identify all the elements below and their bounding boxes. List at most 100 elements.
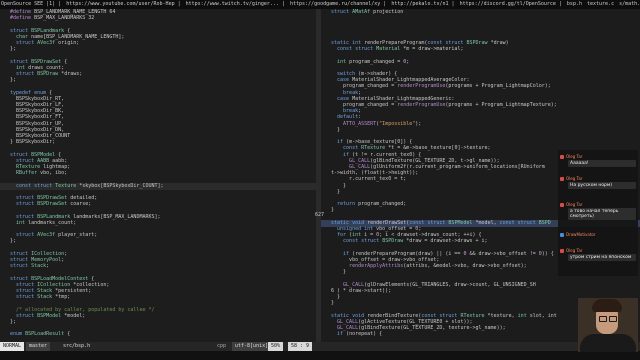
- code-token: const struct: [409, 219, 449, 226]
- code-token: (glBindTexture(GL_TEXTURE_2D, texture->g…: [358, 325, 506, 332]
- glasses-right-lens: [609, 316, 617, 322]
- code-token: #define: [10, 15, 35, 22]
- code-token: BSPSkyboxDir_DN,: [10, 126, 65, 133]
- code-token: projection: [370, 9, 404, 15]
- avatar: [560, 248, 564, 253]
- code-token: struct: [10, 201, 38, 208]
- code-line[interactable]: enum BSPLoadResult {: [0, 331, 316, 338]
- code-token: player_start;: [55, 232, 98, 239]
- browser-tab[interactable]: https://goodgame.ru/channel/xy |: [289, 1, 390, 7]
- code-token: ICollection: [31, 250, 65, 257]
- code-token: BSPSkyboxDir_UP,: [10, 120, 65, 127]
- browser-tab[interactable]: https://discord.gg/tl/OpenSource |: [459, 1, 566, 7]
- code-token: (glActiveTexture(GL_TEXTURE0 + slot));: [358, 319, 473, 325]
- code-token: if: [331, 331, 347, 338]
- code-token: BSPSkyboxDir_BK,: [10, 108, 65, 115]
- avatar: [560, 232, 564, 237]
- code-token: struct: [10, 263, 32, 270]
- code-token: (norepeat) {: [346, 331, 383, 338]
- code-token: }: [331, 182, 347, 189]
- code-token: (glBindTexture(GL_TEXTURE_2D, t->gl_name…: [370, 157, 500, 164]
- code-token: vbo_offset = draw->vbo_offset;: [331, 257, 440, 263]
- code-token: slot, int: [529, 312, 557, 319]
- code-token: BSPSkyboxDir_FT,: [10, 114, 65, 121]
- code-token: renderPrepareProgram(: [364, 40, 428, 46]
- code-token: BSP_LANDMARK_NAME_LENGTH 64: [34, 9, 116, 15]
- code-token: r.current_tex0 = t;: [331, 176, 407, 183]
- browser-tab[interactable]: https://www.youtube.com/user/Rob-Hep |: [65, 1, 184, 7]
- code-token: (programs + Program_LightmapTexture);: [445, 102, 557, 108]
- code-token: RBuffer: [10, 170, 38, 177]
- code-token: MemoryPool: [31, 257, 62, 263]
- code-token: {: [64, 27, 71, 34]
- code-token: ;: [418, 226, 422, 232]
- code-token: GL_CALL: [331, 157, 371, 164]
- code-token: (m->base_texture[0]) {: [346, 139, 413, 146]
- code-token: *persistent;: [52, 288, 92, 294]
- code-token: struct: [10, 275, 32, 282]
- code-token: } BSPSkyboxDir;: [10, 139, 56, 146]
- webcam-shoulders: [580, 334, 636, 352]
- editor-tab[interactable]: texture.c: [586, 1, 618, 7]
- code-token: origin;: [55, 40, 80, 46]
- webcam-overlay: [578, 298, 638, 352]
- code-token: if: [331, 250, 353, 257]
- code-token: if: [331, 151, 353, 158]
- code-token: )) {: [541, 250, 554, 257]
- code-token: int: [352, 232, 365, 239]
- code-token: MaterialShader_LightmappedGeneric:: [352, 95, 455, 102]
- code-token: default: [331, 114, 359, 121]
- editor-tab[interactable]: s/math.h: [618, 1, 640, 7]
- code-token: "Impossible": [379, 120, 416, 127]
- code-token: struct: [10, 257, 32, 263]
- code-token: int: [10, 64, 29, 71]
- chat-text: а тово начал теперь смотреть): [568, 208, 636, 220]
- file-path: src/bsp.h: [63, 343, 91, 349]
- browser-tab[interactable]: https://www.twitch.tv/ginger... |: [185, 1, 289, 7]
- code-token: BSPDraw: [37, 71, 59, 77]
- code-token: struct: [10, 195, 38, 201]
- code-token: program_changed;: [358, 201, 407, 208]
- code-token: t->width, (float)t->height));: [331, 170, 419, 177]
- code-token: ;: [358, 108, 362, 115]
- code-token: BSP_MAX_LANDMARKS 32: [34, 15, 95, 22]
- editor-tab[interactable]: bsp.h: [566, 1, 586, 7]
- chat-text: утром стрим на японском: [568, 254, 636, 261]
- code-token: *m = draw->material;: [400, 46, 464, 53]
- filetype: cpp: [217, 343, 227, 349]
- code-token: lightmap;: [40, 164, 71, 170]
- code-token: {: [64, 331, 71, 338]
- code-token: BSPSkyboxDir_LF,: [10, 102, 65, 108]
- code-token: const: [331, 145, 362, 152]
- code-token: BSPDrawSet: [37, 195, 68, 201]
- encoding: utf-8[unix]: [232, 342, 272, 351]
- code-token: AVec3f: [37, 232, 56, 239]
- code-token: );: [415, 120, 422, 127]
- code-token: AMatAf: [352, 9, 371, 15]
- browser-tab[interactable]: http://pekalo.tv/n1 |: [390, 1, 458, 7]
- browser-tab[interactable]: OpenSource SEE |1| |: [0, 1, 65, 7]
- chat-username: Oleg Tar: [566, 202, 583, 207]
- code-token: *t = &m->base_texture[0]->texture;: [385, 145, 491, 152]
- code-token: renderDrawSet(: [367, 219, 410, 226]
- command-line[interactable]: [0, 351, 640, 360]
- code-token: struct: [331, 9, 353, 15]
- line-marker: 627: [315, 212, 325, 218]
- avatar: [560, 154, 564, 159]
- code-token: {: [55, 151, 62, 158]
- code-token: AVec3f: [37, 40, 56, 46]
- code-token: RTexture: [10, 164, 41, 170]
- code-token: *texture,: [484, 312, 518, 319]
- code-token: }: [331, 300, 335, 307]
- code-token: struct: [10, 151, 32, 158]
- glasses-left-lens: [599, 316, 607, 322]
- code-token: struct: [10, 232, 38, 239]
- code-token: GL_CALL: [331, 325, 359, 332]
- code-token: break: [331, 108, 359, 115]
- code-token: }: [331, 207, 335, 214]
- code-token: if: [331, 139, 347, 146]
- left-editor-pane[interactable]: #define BSP_LANDMARK_NAME_LENGTH 64 #defi…: [0, 9, 316, 342]
- scroll-percent: 50%: [268, 342, 284, 351]
- code-token: int: [10, 219, 29, 226]
- code-token: *collection;: [70, 281, 110, 288]
